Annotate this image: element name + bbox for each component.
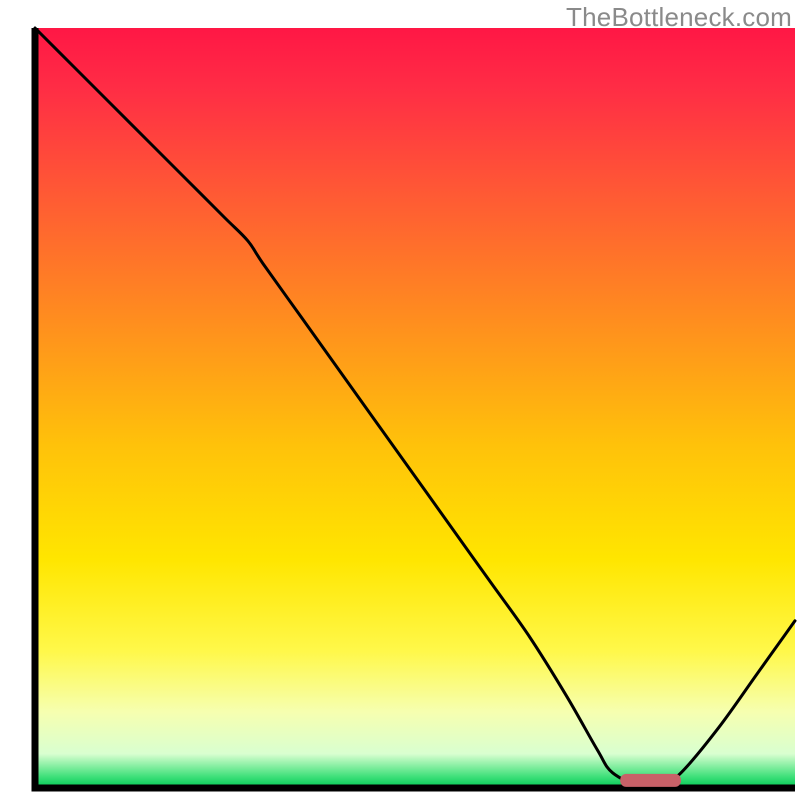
watermark-text: TheBottleneck.com	[566, 2, 792, 33]
chart-frame: TheBottleneck.com	[0, 0, 800, 800]
optimal-range-marker	[620, 774, 681, 787]
bottleneck-chart	[0, 0, 800, 800]
